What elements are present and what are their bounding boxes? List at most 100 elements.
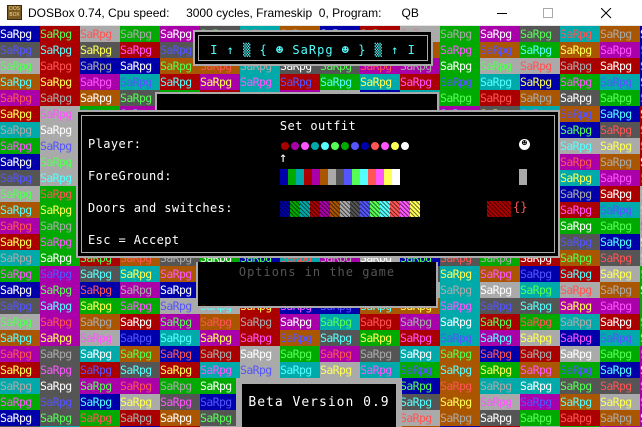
background-tile: SaRpg <box>0 346 40 362</box>
background-tile: SaRpg <box>40 74 80 90</box>
background-tile: SaRpg <box>560 74 600 90</box>
door-color-swatch[interactable] <box>340 201 350 217</box>
background-tile: SaRpg <box>400 314 440 330</box>
background-tile: SaRpg <box>560 362 600 378</box>
background-tile: SaRpg <box>80 58 120 74</box>
background-tile: SaRpg <box>600 330 640 346</box>
background-tile: SaRpg <box>440 74 480 90</box>
foreground-preview <box>519 169 527 185</box>
foreground-swatch[interactable] <box>344 169 352 185</box>
foreground-swatch[interactable] <box>312 169 320 185</box>
window-titlebar[interactable]: DOS BOX DOSBox 0.74, Cpu speed: 3000 cyc… <box>0 0 642 26</box>
foreground-swatch[interactable] <box>296 169 304 185</box>
background-tile: SaRpg <box>0 170 40 186</box>
dos-screen: SaRpg SaRpg SaRpg SaRpg SaRpg SaRpg SaRpg SaRpg… <box>0 26 642 427</box>
door-color-swatch[interactable] <box>360 201 370 217</box>
background-tile: SaRpg <box>520 42 560 58</box>
foreground-swatch[interactable] <box>392 169 400 185</box>
foreground-swatch[interactable] <box>304 169 312 185</box>
door-color-swatch[interactable] <box>400 201 410 217</box>
background-tile: SaRpg <box>0 266 40 282</box>
background-tile: SaRpg <box>80 378 120 394</box>
background-tile: SaRpg <box>360 330 400 346</box>
close-button[interactable] <box>571 0 642 26</box>
door-color-swatch[interactable] <box>350 201 360 217</box>
foreground-swatch[interactable] <box>288 169 296 185</box>
background-tile: SaRpg <box>280 314 320 330</box>
foreground-swatch[interactable] <box>336 169 344 185</box>
background-tile: SaRpg <box>560 154 600 170</box>
background-tile: SaRpg <box>80 330 120 346</box>
background-tile: SaRpg <box>480 394 520 410</box>
door-color-swatch[interactable] <box>410 201 420 217</box>
door-color-swatch[interactable] <box>330 201 340 217</box>
version-box: Beta Version 0.9 <box>236 378 402 427</box>
background-tile: SaRpg <box>80 282 120 298</box>
player-face-swatch[interactable] <box>380 141 390 151</box>
minimize-button[interactable] <box>479 0 525 26</box>
background-tile: SaRpg <box>480 314 520 330</box>
background-tile: SaRpg <box>80 90 120 106</box>
background-tile: SaRpg <box>560 394 600 410</box>
foreground-swatch[interactable] <box>376 169 384 185</box>
background-tile: SaRpg <box>120 74 160 90</box>
foreground-swatch[interactable] <box>280 169 288 185</box>
player-face-swatch[interactable] <box>340 141 350 151</box>
background-tile: SaRpg <box>440 330 480 346</box>
player-face-swatch[interactable] <box>400 141 410 151</box>
background-tile: SaRpg <box>160 362 200 378</box>
doors-color-picker[interactable] <box>280 201 420 217</box>
player-face-swatch[interactable] <box>330 141 340 151</box>
player-face-picker[interactable] <box>280 141 410 151</box>
options-label: Options in the game <box>238 265 396 279</box>
foreground-swatch[interactable] <box>384 169 392 185</box>
foreground-swatch[interactable] <box>320 169 328 185</box>
door-color-swatch[interactable] <box>300 201 310 217</box>
player-face-swatch[interactable] <box>390 141 400 151</box>
door-color-swatch[interactable] <box>280 201 290 217</box>
foreground-swatch[interactable] <box>328 169 336 185</box>
foreground-swatch[interactable] <box>352 169 360 185</box>
player-face-swatch[interactable] <box>360 141 370 151</box>
door-color-swatch[interactable] <box>370 201 380 217</box>
background-tile: SaRpg <box>280 346 320 362</box>
background-tile: SaRpg <box>80 266 120 282</box>
background-tile: SaRpg <box>320 362 360 378</box>
background-tile: SaRpg <box>560 58 600 74</box>
foreground-color-picker[interactable] <box>280 169 400 185</box>
background-tile: SaRpg <box>520 298 560 314</box>
player-face-swatch[interactable] <box>370 141 380 151</box>
background-tile: SaRpg <box>80 362 120 378</box>
background-tile: SaRpg <box>120 90 160 106</box>
door-color-swatch[interactable] <box>290 201 300 217</box>
door-color-swatch[interactable] <box>320 201 330 217</box>
background-tile: SaRpg <box>480 298 520 314</box>
background-tile: SaRpg <box>600 394 640 410</box>
background-tile: SaRpg <box>600 314 640 330</box>
background-tile: SaRpg <box>0 298 40 314</box>
background-tile: SaRpg <box>40 250 80 266</box>
background-tile: SaRpg <box>160 330 200 346</box>
foreground-swatch[interactable] <box>368 169 376 185</box>
player-face-swatch[interactable] <box>300 141 310 151</box>
background-tile: SaRpg <box>560 250 600 266</box>
player-face-swatch[interactable] <box>290 141 300 151</box>
player-face-swatch[interactable] <box>320 141 330 151</box>
door-color-swatch[interactable] <box>380 201 390 217</box>
player-face-swatch[interactable] <box>350 141 360 151</box>
background-tile: SaRpg <box>0 218 40 234</box>
background-tile: SaRpg <box>120 394 160 410</box>
background-tile: SaRpg <box>520 394 560 410</box>
foreground-swatch[interactable] <box>360 169 368 185</box>
background-tile: SaRpg <box>80 314 120 330</box>
background-tile: SaRpg <box>40 394 80 410</box>
player-face-swatch[interactable] <box>310 141 320 151</box>
background-tile: SaRpg <box>280 362 320 378</box>
background-tile: SaRpg <box>520 282 560 298</box>
maximize-button[interactable] <box>525 0 571 26</box>
background-tile: SaRpg <box>560 170 600 186</box>
background-tile: SaRpg <box>40 298 80 314</box>
door-color-swatch[interactable] <box>390 201 400 217</box>
door-color-swatch[interactable] <box>310 201 320 217</box>
background-tile: SaRpg <box>40 362 80 378</box>
